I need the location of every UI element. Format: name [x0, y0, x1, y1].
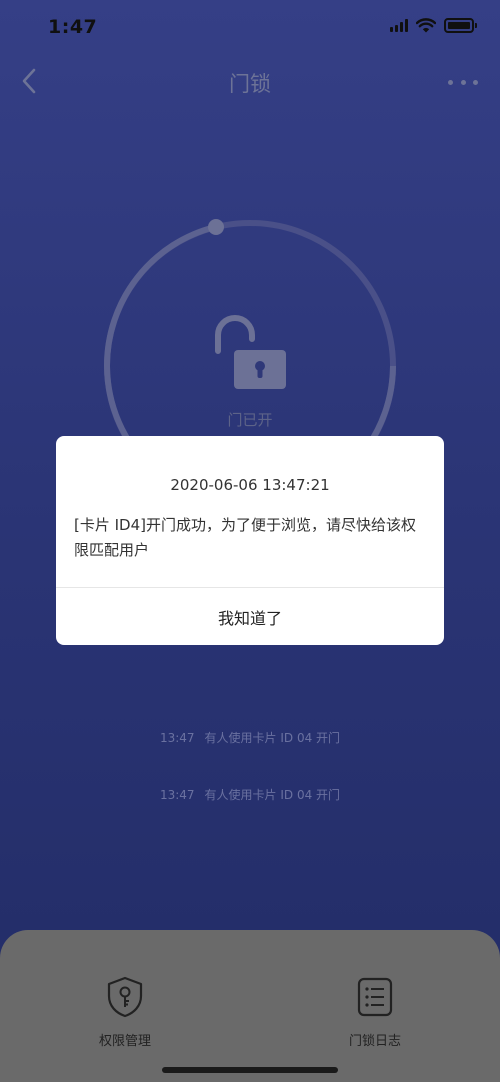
log-entry: 13:47 有人使用卡片 ID 04 开门 — [0, 786, 500, 803]
status-icons — [390, 18, 477, 33]
bottom-tab-bar: 权限管理 门锁日志 — [0, 930, 500, 1082]
dialog-timestamp: 2020-06-06 13:47:21 — [170, 476, 330, 494]
home-indicator[interactable] — [162, 1067, 338, 1073]
tab-label: 权限管理 — [98, 1034, 151, 1049]
log-time: 13:47 — [159, 788, 195, 802]
log-entry: 13:47 有人使用卡片 ID 04 开门 — [0, 729, 500, 746]
cellular-signal-icon — [390, 19, 408, 32]
unlocked-padlock-icon — [215, 315, 286, 389]
tab-label: 门锁日志 — [348, 1034, 401, 1049]
tab-lock-log[interactable]: 门锁日志 — [320, 976, 430, 1049]
log-list-icon — [357, 977, 393, 1017]
battery-icon — [444, 18, 477, 33]
more-dot — [460, 79, 466, 85]
more-dot — [448, 79, 453, 85]
more-options-button[interactable] — [448, 70, 478, 94]
page-title: 门锁 — [229, 72, 271, 96]
log-text: 有人使用卡片 ID 04 开门 — [204, 788, 341, 802]
dialog-message: [卡片 ID4]开门成功，为了便于浏览，请尽快给该权限匹配用户 — [74, 516, 416, 559]
more-dot — [473, 79, 478, 85]
status-time: 1:47 — [48, 16, 98, 38]
lock-status-label: 门已开 — [227, 411, 273, 429]
wifi-icon — [416, 18, 436, 33]
log-time: 13:47 — [159, 731, 195, 745]
tab-permission-management[interactable]: 权限管理 — [70, 976, 180, 1049]
status-bar: 1:47 — [0, 0, 500, 54]
door-lock-screen: 1:47 门锁 门已开 2020-06-06 13:47:21 [卡片 ID4]… — [0, 0, 500, 1082]
ring-indicator-dot — [208, 219, 224, 235]
unlock-notice-dialog: 2020-06-06 13:47:21 [卡片 ID4]开门成功，为了便于浏览，… — [56, 436, 444, 645]
dialog-confirm-button[interactable]: 我知道了 — [56, 588, 444, 645]
log-text: 有人使用卡片 ID 04 开门 — [204, 731, 341, 745]
shield-key-icon — [107, 976, 143, 1018]
